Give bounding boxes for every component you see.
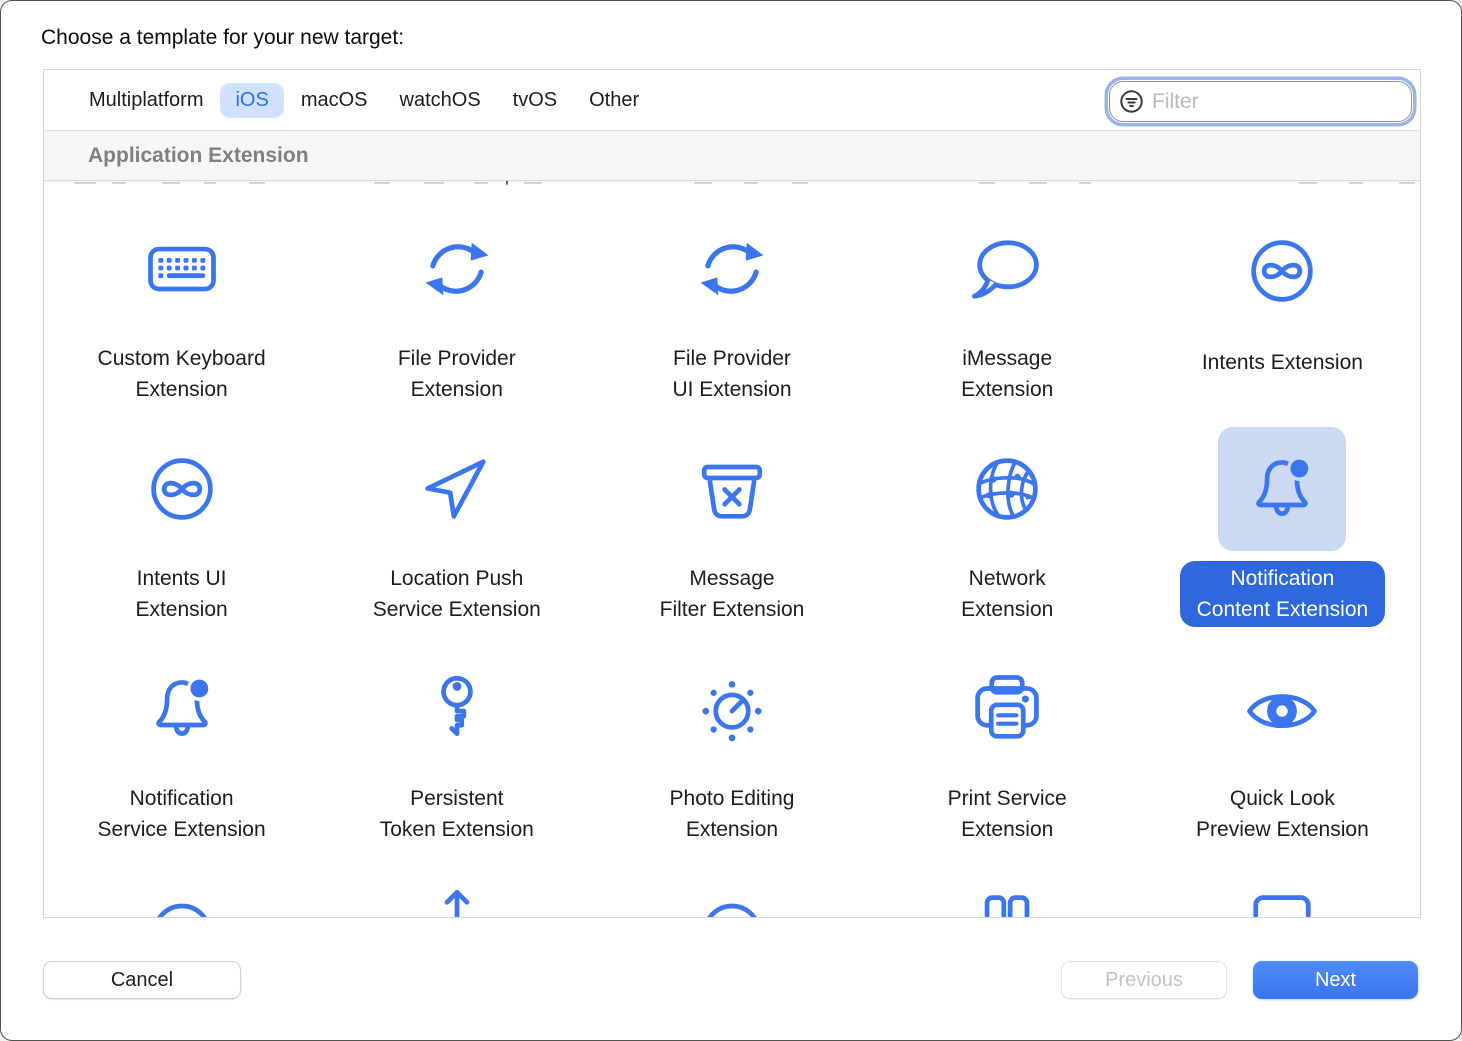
new-target-dialog: Choose a template for your new target: M… [0,0,1462,1041]
template-chooser-panel: Multiplatform iOS macOS watchOS tvOS Oth… [43,69,1421,918]
template-intents-extension[interactable]: Intents Extension [1145,187,1420,407]
template-partially-visible[interactable] [1145,847,1420,917]
template-partially-visible[interactable] [870,847,1145,917]
platform-tabbar: Multiplatform iOS macOS watchOS tvOS Oth… [44,70,1420,131]
tab-watchos[interactable]: watchOS [385,83,496,118]
share-arrow-icon [415,885,499,917]
dialog-title: Choose a template for your new target: [41,26,405,49]
message-bubble-icon [965,227,1049,311]
filter-input[interactable] [1144,89,1411,114]
template-label: Notification Service Extension [97,787,266,841]
template-label: Persistent Token Extension [379,787,534,841]
template-label: File Provider UI Extension [672,347,792,401]
next-button[interactable]: Next [1253,961,1418,999]
window-icon [1240,885,1324,917]
tab-multiplatform[interactable]: Multiplatform [74,83,218,118]
template-location-push-service-extension[interactable]: Location Push Service Extension [319,407,594,627]
template-custom-keyboard-extension[interactable]: Custom Keyboard Extension [44,187,319,407]
infinity-circle-icon [140,447,224,531]
key-icon [415,667,499,751]
tab-macos[interactable]: macOS [286,83,383,118]
basket-x-icon [690,447,774,531]
template-file-provider-ui-extension[interactable]: File Provider UI Extension [594,187,869,407]
dialog-footer: Cancel Previous Next [43,961,1418,999]
clipped-row-remnant [44,181,1420,187]
template-label: Print Service Extension [947,787,1067,841]
template-label: iMessage Extension [961,347,1054,401]
template-list[interactable]: Custom Keyboard Extension File Provider … [44,181,1420,917]
network-globe-icon [965,447,1049,531]
template-partially-visible[interactable] [594,847,869,917]
infinity-circle-icon [1240,229,1324,313]
template-label: Custom Keyboard Extension [97,347,266,401]
sync-arrows-icon [690,227,774,311]
tab-ios[interactable]: iOS [220,82,284,118]
template-label: Location Push Service Extension [372,567,541,621]
template-print-service-extension[interactable]: Print Service Extension [870,627,1145,847]
template-partially-visible[interactable] [319,847,594,917]
template-label: Network Extension [961,567,1054,621]
dial-icon [690,667,774,751]
template-quick-look-preview-extension[interactable]: Quick Look Preview Extension [1145,627,1420,847]
columns-icon [965,885,1049,917]
eye-icon [1240,667,1324,751]
template-persistent-token-extension[interactable]: Persistent Token Extension [319,627,594,847]
template-message-filter-extension[interactable]: Message Filter Extension [594,407,869,627]
filter-field[interactable] [1109,81,1412,122]
keyboard-icon [140,227,224,311]
sync-arrows-icon [415,227,499,311]
section-header-label: Application Extension [88,143,309,167]
bell-badge-icon [140,667,224,751]
template-label: Quick Look Preview Extension [1196,787,1369,841]
template-label: File Provider Extension [397,347,516,401]
template-label: Intents UI Extension [135,567,228,621]
template-label: Intents Extension [1201,351,1363,374]
location-arrow-icon [415,447,499,531]
tab-other[interactable]: Other [574,83,654,118]
printer-icon [965,667,1049,751]
cancel-button[interactable]: Cancel [43,961,241,999]
section-header: Application Extension [44,131,1420,181]
template-label-selected: Notification Content Extension [1179,561,1386,627]
tab-tvos[interactable]: tvOS [498,83,572,118]
bell-badge-icon [1240,447,1324,531]
template-imessage-extension[interactable]: iMessage Extension [870,187,1145,407]
template-photo-editing-extension[interactable]: Photo Editing Extension [594,627,869,847]
template-notification-service-extension[interactable]: Notification Service Extension [44,627,319,847]
previous-button[interactable]: Previous [1061,961,1227,999]
template-notification-content-extension[interactable]: Notification Content Extension [1145,407,1420,627]
template-intents-ui-extension[interactable]: Intents UI Extension [44,407,319,627]
template-network-extension[interactable]: Network Extension [870,407,1145,627]
template-partially-visible[interactable] [44,847,319,917]
circle-partial-icon [690,885,774,917]
template-file-provider-extension[interactable]: File Provider Extension [319,187,594,407]
template-label: Message Filter Extension [659,567,805,621]
template-grid: Custom Keyboard Extension File Provider … [44,187,1420,917]
template-label: Photo Editing Extension [669,787,795,841]
circle-partial-icon [140,885,224,917]
filter-lines-icon [1119,89,1144,114]
